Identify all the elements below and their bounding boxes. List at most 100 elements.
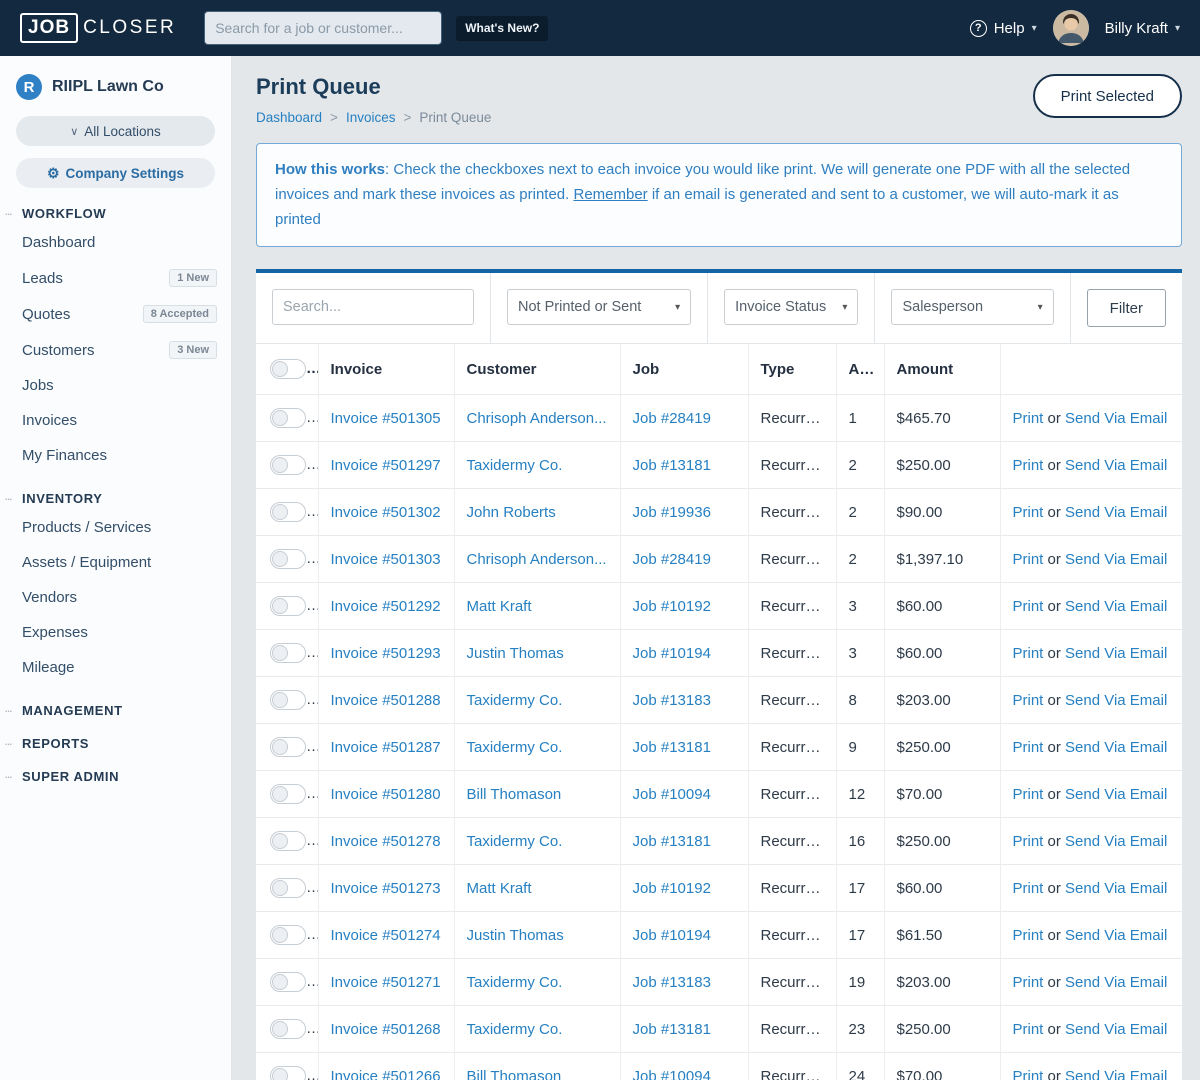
sidebar-item-expenses[interactable]: Expenses bbox=[0, 615, 231, 650]
customer-link[interactable]: Chrisoph Anderson... bbox=[467, 410, 607, 427]
sidebar-item-dashboard[interactable]: Dashboard bbox=[0, 225, 231, 260]
sidebar-item-vendors[interactable]: Vendors bbox=[0, 580, 231, 615]
sidebar-section-super-admin[interactable]: SUPER ADMIN bbox=[0, 769, 231, 784]
customer-link[interactable]: John Roberts bbox=[467, 504, 556, 521]
row-select-toggle[interactable] bbox=[270, 408, 306, 429]
print-link[interactable]: Print bbox=[1013, 551, 1044, 568]
customer-link[interactable]: Taxidermy Co. bbox=[467, 1021, 563, 1038]
row-select-toggle[interactable] bbox=[270, 690, 306, 711]
print-link[interactable]: Print bbox=[1013, 927, 1044, 944]
customer-link[interactable]: Matt Kraft bbox=[467, 880, 532, 897]
invoice-link[interactable]: Invoice #501297 bbox=[331, 457, 441, 474]
job-link[interactable]: Job #13181 bbox=[633, 739, 711, 756]
invoice-link[interactable]: Invoice #501292 bbox=[331, 598, 441, 615]
invoice-link[interactable]: Invoice #501268 bbox=[331, 1021, 441, 1038]
sidebar-item-assets-equipment[interactable]: Assets / Equipment bbox=[0, 545, 231, 580]
print-link[interactable]: Print bbox=[1013, 974, 1044, 991]
print-link[interactable]: Print bbox=[1013, 598, 1044, 615]
row-select-toggle[interactable] bbox=[270, 643, 306, 664]
send-email-link[interactable]: Send Via Email bbox=[1065, 1068, 1167, 1080]
invoice-link[interactable]: Invoice #501271 bbox=[331, 974, 441, 991]
invoice-link[interactable]: Invoice #501280 bbox=[331, 786, 441, 803]
row-select-toggle[interactable] bbox=[270, 502, 306, 523]
help-menu[interactable]: ? Help ▾ bbox=[969, 19, 1037, 37]
job-link[interactable]: Job #10194 bbox=[633, 927, 711, 944]
print-selected-button[interactable]: Print Selected bbox=[1032, 74, 1182, 118]
printed-filter-dropdown[interactable]: Not Printed or Sent ▾ bbox=[507, 289, 692, 326]
print-link[interactable]: Print bbox=[1013, 880, 1044, 897]
job-link[interactable]: Job #13183 bbox=[633, 974, 711, 991]
send-email-link[interactable]: Send Via Email bbox=[1065, 410, 1167, 427]
row-select-toggle[interactable] bbox=[270, 925, 306, 946]
avatar[interactable] bbox=[1052, 10, 1089, 46]
sidebar-section-reports[interactable]: REPORTS bbox=[0, 736, 231, 751]
send-email-link[interactable]: Send Via Email bbox=[1065, 598, 1167, 615]
job-link[interactable]: Job #13183 bbox=[633, 692, 711, 709]
customer-link[interactable]: Chrisoph Anderson... bbox=[467, 551, 607, 568]
invoice-link[interactable]: Invoice #501302 bbox=[331, 504, 441, 521]
row-select-toggle[interactable] bbox=[270, 455, 306, 476]
global-search-input[interactable] bbox=[204, 11, 443, 45]
customer-link[interactable]: Taxidermy Co. bbox=[467, 457, 563, 474]
print-link[interactable]: Print bbox=[1013, 1021, 1044, 1038]
invoice-link[interactable]: Invoice #501293 bbox=[331, 645, 441, 662]
row-select-toggle[interactable] bbox=[270, 596, 306, 617]
row-select-toggle[interactable] bbox=[270, 878, 306, 899]
customer-link[interactable]: Taxidermy Co. bbox=[467, 833, 563, 850]
print-link[interactable]: Print bbox=[1013, 410, 1044, 427]
send-email-link[interactable]: Send Via Email bbox=[1065, 974, 1167, 991]
send-email-link[interactable]: Send Via Email bbox=[1065, 551, 1167, 568]
whats-new-button[interactable]: What's New? bbox=[456, 16, 549, 40]
job-link[interactable]: Job #10192 bbox=[633, 880, 711, 897]
send-email-link[interactable]: Send Via Email bbox=[1065, 739, 1167, 756]
invoice-link[interactable]: Invoice #501305 bbox=[331, 410, 441, 427]
filter-button[interactable]: Filter bbox=[1086, 289, 1166, 328]
print-link[interactable]: Print bbox=[1013, 692, 1044, 709]
print-link[interactable]: Print bbox=[1013, 1068, 1044, 1080]
print-link[interactable]: Print bbox=[1013, 833, 1044, 850]
job-link[interactable]: Job #10192 bbox=[633, 598, 711, 615]
breadcrumb-item-invoices[interactable]: Invoices bbox=[346, 110, 396, 125]
invoice-link[interactable]: Invoice #501273 bbox=[331, 880, 441, 897]
job-link[interactable]: Job #19936 bbox=[633, 504, 711, 521]
customer-link[interactable]: Taxidermy Co. bbox=[467, 974, 563, 991]
sidebar-section-workflow[interactable]: WORKFLOW bbox=[0, 206, 231, 221]
sidebar-section-management[interactable]: MANAGEMENT bbox=[0, 703, 231, 718]
customer-link[interactable]: Justin Thomas bbox=[467, 927, 564, 944]
sidebar-item-quotes[interactable]: Quotes 8 Accepted bbox=[0, 296, 231, 332]
print-link[interactable]: Print bbox=[1013, 645, 1044, 662]
send-email-link[interactable]: Send Via Email bbox=[1065, 927, 1167, 944]
invoice-link[interactable]: Invoice #501303 bbox=[331, 551, 441, 568]
row-select-toggle[interactable] bbox=[270, 549, 306, 570]
invoice-link[interactable]: Invoice #501288 bbox=[331, 692, 441, 709]
print-link[interactable]: Print bbox=[1013, 457, 1044, 474]
row-select-toggle[interactable] bbox=[270, 831, 306, 852]
send-email-link[interactable]: Send Via Email bbox=[1065, 457, 1167, 474]
job-link[interactable]: Job #28419 bbox=[633, 551, 711, 568]
sidebar-section-inventory[interactable]: INVENTORY bbox=[0, 491, 231, 506]
sidebar-item-invoices[interactable]: Invoices bbox=[0, 403, 231, 438]
invoice-link[interactable]: Invoice #501278 bbox=[331, 833, 441, 850]
locations-dropdown[interactable]: ∨ All Locations bbox=[16, 116, 215, 146]
send-email-link[interactable]: Send Via Email bbox=[1065, 692, 1167, 709]
job-link[interactable]: Job #13181 bbox=[633, 457, 711, 474]
sidebar-item-jobs[interactable]: Jobs bbox=[0, 368, 231, 403]
sidebar-item-mileage[interactable]: Mileage bbox=[0, 650, 231, 685]
row-select-toggle[interactable] bbox=[270, 1066, 306, 1080]
job-link[interactable]: Job #10094 bbox=[633, 1068, 711, 1080]
salesperson-dropdown[interactable]: Salesperson ▾ bbox=[891, 289, 1054, 326]
send-email-link[interactable]: Send Via Email bbox=[1065, 645, 1167, 662]
job-link[interactable]: Job #13181 bbox=[633, 833, 711, 850]
job-link[interactable]: Job #13181 bbox=[633, 1021, 711, 1038]
print-link[interactable]: Print bbox=[1013, 786, 1044, 803]
print-link[interactable]: Print bbox=[1013, 504, 1044, 521]
send-email-link[interactable]: Send Via Email bbox=[1065, 1021, 1167, 1038]
customer-link[interactable]: Taxidermy Co. bbox=[467, 692, 563, 709]
select-all-toggle[interactable] bbox=[270, 359, 306, 380]
customer-link[interactable]: Justin Thomas bbox=[467, 645, 564, 662]
company-settings-button[interactable]: ⚙ Company Settings bbox=[16, 158, 215, 188]
breadcrumb-item-dashboard[interactable]: Dashboard bbox=[256, 110, 322, 125]
sidebar-item-leads[interactable]: Leads 1 New bbox=[0, 260, 231, 296]
customer-link[interactable]: Bill Thomason bbox=[467, 1068, 562, 1080]
job-link[interactable]: Job #10194 bbox=[633, 645, 711, 662]
